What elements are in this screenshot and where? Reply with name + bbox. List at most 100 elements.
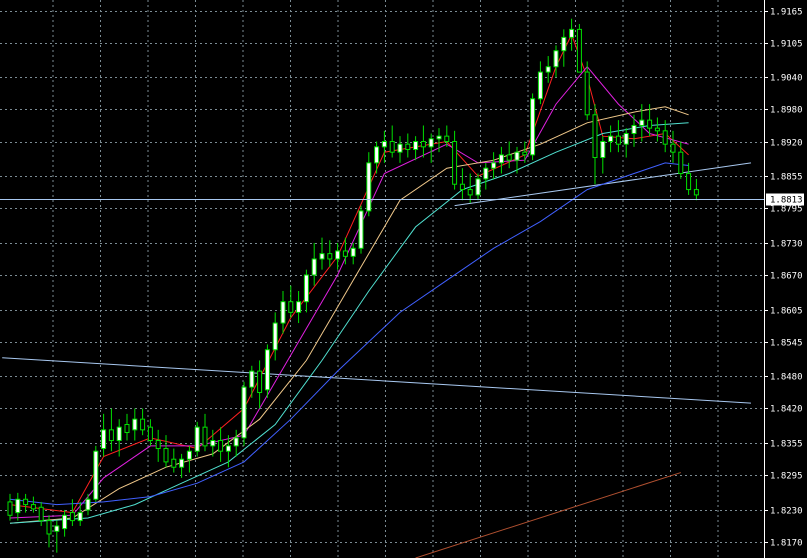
candle bbox=[241, 381, 247, 446]
candle-body bbox=[249, 370, 255, 388]
candle-body bbox=[537, 71, 543, 100]
candle-body bbox=[46, 520, 52, 535]
candle-body bbox=[62, 514, 68, 530]
y-tick-label: 1.8355 bbox=[770, 440, 803, 450]
candle-body bbox=[452, 141, 458, 185]
candle-body bbox=[686, 173, 692, 191]
candle-body bbox=[108, 429, 114, 442]
chart-window[interactable]: 1.9165 1.9105 1.9040 1.8980 1.8920 1.8855 1.87… bbox=[0, 0, 807, 558]
candle-body bbox=[147, 426, 153, 442]
candle-body bbox=[210, 440, 216, 447]
candle-body bbox=[608, 135, 614, 143]
candle bbox=[264, 344, 270, 398]
candle-body bbox=[420, 141, 426, 148]
candle-body bbox=[600, 141, 606, 159]
candle bbox=[491, 152, 497, 179]
candle bbox=[163, 435, 169, 468]
y-tick-label: 1.8605 bbox=[770, 307, 803, 317]
candle bbox=[101, 413, 107, 457]
y-tick-label: 1.8170 bbox=[770, 539, 803, 549]
candle bbox=[366, 152, 372, 217]
candle-body bbox=[615, 135, 621, 145]
candle bbox=[179, 453, 185, 478]
candle-body bbox=[163, 448, 169, 463]
candle bbox=[592, 104, 598, 185]
candle bbox=[389, 125, 395, 158]
price-axis: 1.9165 1.9105 1.9040 1.8980 1.8920 1.8855 1.87… bbox=[764, 8, 803, 549]
current-price-label: 1.8813 bbox=[770, 196, 803, 206]
candle-body bbox=[296, 301, 302, 313]
candle-body bbox=[225, 445, 231, 452]
candle bbox=[303, 269, 309, 313]
candle-body bbox=[272, 322, 278, 351]
y-tick-label: 1.8480 bbox=[770, 373, 803, 383]
candle bbox=[319, 237, 325, 270]
candle-body bbox=[662, 130, 668, 145]
candle-body bbox=[459, 183, 465, 191]
y-tick-label: 1.8855 bbox=[770, 173, 803, 183]
candle bbox=[202, 413, 208, 452]
candle-body bbox=[264, 349, 270, 391]
candle-body bbox=[584, 71, 590, 116]
candle-body bbox=[553, 50, 559, 68]
candle bbox=[108, 408, 114, 452]
candle-body bbox=[319, 253, 325, 260]
candle bbox=[85, 493, 91, 516]
candle-body bbox=[303, 274, 309, 303]
candle bbox=[218, 427, 224, 462]
candle-body bbox=[335, 250, 341, 260]
candle-body bbox=[491, 162, 497, 169]
candle bbox=[233, 429, 239, 457]
candle-body bbox=[218, 440, 224, 452]
candle-body bbox=[545, 66, 551, 73]
candle-body bbox=[54, 525, 60, 532]
candle-body bbox=[678, 151, 684, 175]
candle-body bbox=[576, 28, 582, 73]
candle bbox=[23, 493, 29, 513]
y-tick-label: 1.8980 bbox=[770, 106, 803, 116]
candle bbox=[288, 285, 294, 318]
candle-body bbox=[7, 501, 13, 516]
y-tick-label: 1.9040 bbox=[770, 74, 803, 84]
candle bbox=[124, 413, 130, 441]
candle-body bbox=[350, 247, 356, 257]
y-tick-label: 1.8730 bbox=[770, 240, 803, 250]
candle-body bbox=[514, 151, 520, 161]
candle bbox=[670, 130, 676, 163]
candle-body bbox=[358, 210, 364, 249]
candle-body bbox=[30, 504, 36, 510]
candle bbox=[249, 365, 255, 398]
candle-body bbox=[132, 418, 138, 431]
y-tick-label: 1.8920 bbox=[770, 139, 803, 149]
candle bbox=[522, 141, 528, 163]
candle bbox=[420, 125, 426, 158]
candle-body bbox=[280, 301, 286, 324]
candle-body bbox=[155, 440, 161, 450]
candle-body bbox=[506, 154, 512, 161]
candle-body bbox=[530, 98, 536, 156]
candle bbox=[350, 242, 356, 265]
candle-body bbox=[631, 124, 637, 134]
candle-body bbox=[397, 143, 403, 153]
candle-body bbox=[498, 154, 504, 164]
y-tick-label: 1.8670 bbox=[770, 272, 803, 282]
candle-body bbox=[381, 141, 387, 148]
candle-body bbox=[623, 132, 629, 145]
candle bbox=[600, 136, 606, 174]
candle bbox=[358, 205, 364, 254]
candle-body bbox=[389, 141, 395, 153]
trendline bbox=[2, 357, 752, 404]
candle bbox=[7, 493, 13, 521]
price-chart[interactable]: 1.9165 1.9105 1.9040 1.8980 1.8920 1.8855 1.87… bbox=[0, 0, 807, 558]
candle-body bbox=[569, 28, 575, 38]
candle-body bbox=[38, 506, 44, 522]
y-tick-label: 1.9105 bbox=[770, 40, 803, 50]
candle bbox=[413, 136, 419, 161]
candle-body bbox=[140, 418, 146, 431]
candle bbox=[194, 421, 200, 457]
candle-body bbox=[124, 424, 130, 434]
candle bbox=[280, 291, 286, 334]
candle bbox=[569, 18, 575, 51]
candle bbox=[405, 133, 411, 158]
candle-body bbox=[374, 146, 380, 164]
